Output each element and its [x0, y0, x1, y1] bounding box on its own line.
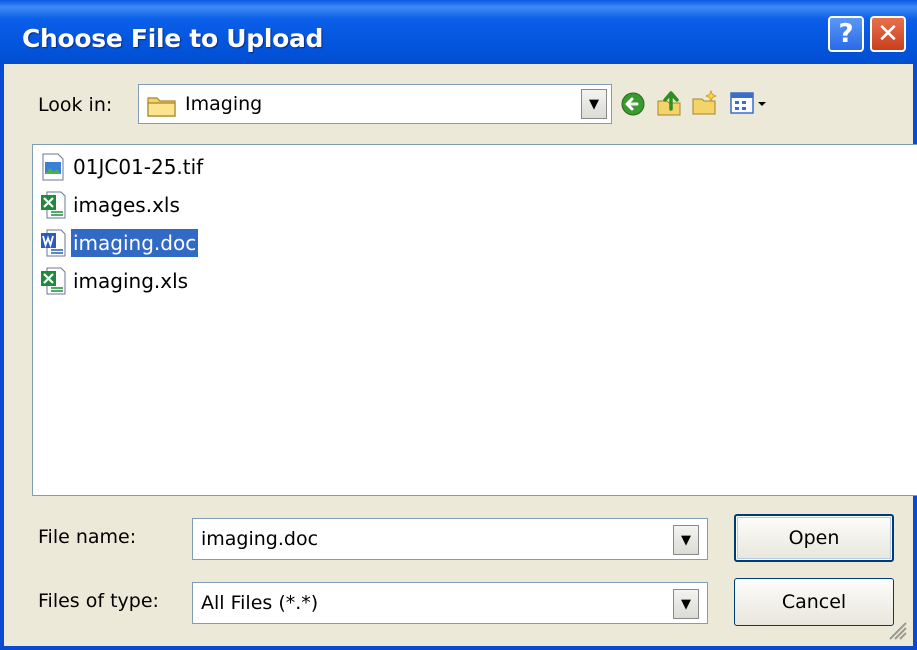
file-name-input[interactable]: imaging.doc ▼: [192, 518, 708, 560]
view-menu-button[interactable]: [728, 88, 770, 118]
files-of-type-dropdown-arrow[interactable]: ▼: [673, 589, 699, 619]
up-folder-icon: [657, 91, 681, 116]
cancel-button[interactable]: Cancel: [734, 578, 894, 626]
file-list[interactable]: 01JC01-25.tif images.xls imaging.doc ima…: [32, 144, 917, 496]
file-name: images.xls: [73, 193, 180, 217]
excel-file-icon: [41, 191, 66, 219]
files-of-type-value: All Files (*.*): [201, 592, 319, 614]
folder-icon: [147, 97, 176, 117]
look-in-dropdown[interactable]: Imaging ▼: [138, 84, 612, 124]
new-folder-button[interactable]: [690, 88, 720, 118]
look-in-value: Imaging: [185, 93, 263, 115]
chevron-down-icon: ▼: [681, 596, 691, 612]
files-of-type-label: Files of type:: [38, 590, 159, 612]
up-folder-button[interactable]: [654, 88, 684, 118]
resize-grip-icon[interactable]: [885, 618, 907, 640]
list-item[interactable]: imaging.doc: [39, 225, 199, 261]
file-name-value: imaging.doc: [201, 528, 319, 550]
file-name: imaging.xls: [73, 269, 189, 293]
window-title: Choose File to Upload: [22, 24, 324, 53]
word-file-icon: [41, 229, 66, 257]
chevron-down-icon: ▼: [589, 96, 599, 112]
view-menu-icon: [730, 92, 766, 114]
file-name-label: File name:: [38, 526, 137, 548]
back-button[interactable]: [618, 89, 648, 119]
dialog-body: Look in: Imaging ▼ 01JC01-25.tif images.…: [0, 64, 917, 650]
back-icon: [621, 92, 645, 116]
file-name-dropdown-arrow[interactable]: ▼: [673, 525, 699, 555]
file-name: 01JC01-25.tif: [73, 155, 204, 179]
list-item[interactable]: images.xls: [39, 187, 182, 223]
list-item[interactable]: 01JC01-25.tif: [39, 149, 205, 185]
help-icon: ?: [838, 19, 854, 49]
close-button[interactable]: ✕: [870, 16, 906, 52]
help-button[interactable]: ?: [828, 16, 864, 52]
new-folder-icon: [692, 89, 718, 115]
list-item[interactable]: imaging.xls: [39, 263, 190, 299]
open-button[interactable]: Open: [734, 514, 894, 562]
close-icon: ✕: [877, 19, 899, 49]
look-in-dropdown-arrow[interactable]: ▼: [581, 89, 607, 119]
chevron-down-icon: ▼: [681, 532, 691, 548]
file-name: imaging.doc: [71, 229, 199, 257]
excel-file-icon: [41, 267, 66, 295]
look-in-label: Look in:: [38, 94, 113, 116]
files-of-type-dropdown[interactable]: All Files (*.*) ▼: [192, 582, 708, 624]
image-file-icon: [42, 153, 64, 181]
